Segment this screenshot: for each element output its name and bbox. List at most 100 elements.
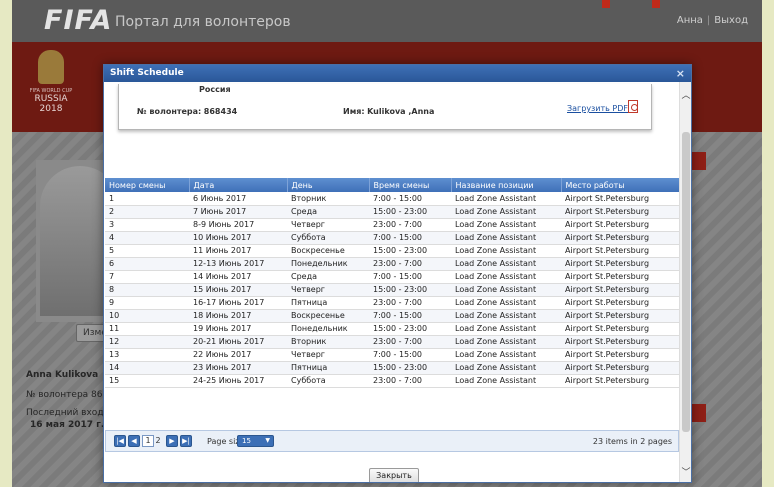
prev-page-icon[interactable]: ◀ <box>128 435 140 447</box>
badge-line-2: RUSSIA 2018 <box>34 94 68 114</box>
first-page-icon[interactable]: |◀ <box>114 435 126 447</box>
table-row[interactable]: 4 10 Июнь 2017 Суббота 7:00 - 15:00 Load Zon… <box>105 231 679 245</box>
table-cell: 23:00 - 7:00 <box>369 335 451 349</box>
table-row[interactable]: 9 16-17 Июнь 2017 Пятница 23:00 - 7:00 Load … <box>105 296 679 310</box>
table-cell: 6 Июнь 2017 <box>189 192 287 206</box>
table-cell: 24-25 Июнь 2017 <box>189 374 287 388</box>
table-cell: Airport St.Petersburg <box>561 309 679 323</box>
table-cell: 5 <box>105 244 189 258</box>
column-header[interactable]: Дата <box>189 178 288 192</box>
table-cell: 7:00 - 15:00 <box>369 231 451 245</box>
last-page-icon[interactable]: ▶| <box>180 435 192 447</box>
table-row[interactable]: 5 11 Июнь 2017 Воскресенье 15:00 - 23:00 Loa… <box>105 244 679 258</box>
table-cell: Load Zone Assistant <box>451 270 561 284</box>
table-cell: 23:00 - 7:00 <box>369 374 451 388</box>
nav-separator: | <box>706 15 711 26</box>
column-header[interactable]: День <box>287 178 370 192</box>
table-cell: Воскресенье <box>287 309 369 323</box>
table-cell: 7:00 - 15:00 <box>369 270 451 284</box>
table-cell: 2 <box>105 205 189 219</box>
table-row[interactable]: 12 20-21 Июнь 2017 Вторник 23:00 - 7:00 Load… <box>105 335 679 349</box>
table-cell: Airport St.Petersburg <box>561 374 679 388</box>
table-cell: 15:00 - 23:00 <box>369 322 451 336</box>
table-cell: 7:00 - 15:00 <box>369 192 451 206</box>
table-cell: Воскресенье <box>287 244 369 258</box>
table-cell: 12-13 Июнь 2017 <box>189 257 287 271</box>
table-row[interactable]: 11 19 Июнь 2017 Понедельник 15:00 - 23:00 Lo… <box>105 322 679 336</box>
top-bar: FIFA Портал для волонтеров Анна | Выход <box>12 0 762 42</box>
pdf-icon[interactable] <box>628 100 638 113</box>
chevron-down-icon[interactable]: ﹀ <box>680 465 691 478</box>
table-cell: 15:00 - 23:00 <box>369 361 451 375</box>
column-header[interactable]: Номер смены <box>105 178 190 192</box>
table-cell: Airport St.Petersburg <box>561 257 679 271</box>
country: Россия <box>199 85 231 94</box>
table-row[interactable]: 14 23 Июнь 2017 Пятница 15:00 - 23:00 Load Z… <box>105 361 679 375</box>
table-row[interactable]: 27 Июнь 2017 Среда 15:00 - 23:00 Load Zone … <box>105 205 679 219</box>
table-cell: Airport St.Petersburg <box>561 296 679 310</box>
download-pdf-link[interactable]: Загрузить PDF <box>567 104 628 113</box>
table-cell: 15 <box>105 374 189 388</box>
table-cell: Airport St.Petersburg <box>561 192 679 206</box>
table-row[interactable]: 6 12-13 Июнь 2017 Понедельник 23:00 - 7:00 L… <box>105 257 679 271</box>
table-cell: Airport St.Petersburg <box>561 348 679 362</box>
table-cell: 14 Июнь 2017 <box>189 270 287 284</box>
volunteer-name-label: Имя: <box>343 107 365 116</box>
table-cell: 10 Июнь 2017 <box>189 231 287 245</box>
column-header[interactable]: Время смены <box>369 178 452 192</box>
table-cell: Airport St.Petersburg <box>561 335 679 349</box>
table-cell: 22 Июнь 2017 <box>189 348 287 362</box>
vertical-scrollbar[interactable]: ︿ ﹀ <box>679 82 691 482</box>
table-row[interactable]: 15 24-25 Июнь 2017 Суббота 23:00 - 7:00 Load… <box>105 374 679 388</box>
table-row[interactable]: 16 Июнь 2017 Вторник 7:00 - 15:00 Load Zone… <box>105 192 679 206</box>
table-cell: 13 <box>105 348 189 362</box>
pager-summary: 23 items in 2 pages <box>592 437 672 446</box>
column-header[interactable]: Место работы <box>561 178 680 192</box>
next-page-icon[interactable]: ▶ <box>166 435 178 447</box>
table-row[interactable]: 7 14 Июнь 2017 Среда 7:00 - 15:00 Load Zone … <box>105 270 679 284</box>
table-cell: Вторник <box>287 335 369 349</box>
table-cell: Суббота <box>287 231 369 245</box>
table-cell: 8 <box>105 283 189 297</box>
table-cell: Load Zone Assistant <box>451 218 561 232</box>
close-icon[interactable]: × <box>676 65 685 82</box>
volunteer-name-value: Kulikova ,Anna <box>367 107 435 116</box>
table-row[interactable]: 8 15 Июнь 2017 Четверг 15:00 - 23:00 Load Zo… <box>105 283 679 297</box>
table-cell: 15:00 - 23:00 <box>369 283 451 297</box>
table-cell: 12 <box>105 335 189 349</box>
trophy-icon <box>38 50 64 84</box>
table-cell: Четверг <box>287 283 369 297</box>
table-cell: Понедельник <box>287 257 369 271</box>
table-cell: 23:00 - 7:00 <box>369 296 451 310</box>
chevron-up-icon[interactable]: ︿ <box>680 88 691 101</box>
table-cell: 6 <box>105 257 189 271</box>
shift-table: Номер смены Дата День Время смены Название п… <box>105 178 680 388</box>
table-row[interactable]: 3 8-9 Июнь 2017 Четверг 23:00 - 7:00 Load Zo… <box>105 218 679 232</box>
user-name-link[interactable]: Анна <box>677 15 703 26</box>
table-row[interactable]: 10 18 Июнь 2017 Воскресенье 7:00 - 15:00 Loa… <box>105 309 679 323</box>
table-cell: 8-9 Июнь 2017 <box>189 218 287 232</box>
table-cell: 18 Июнь 2017 <box>189 309 287 323</box>
table-cell: Вторник <box>287 192 369 206</box>
column-header[interactable]: Название позиции <box>451 178 562 192</box>
table-cell: Пятница <box>287 361 369 375</box>
table-cell: 15:00 - 23:00 <box>369 205 451 219</box>
close-button[interactable]: Закрыть <box>369 468 419 482</box>
table-cell: Load Zone Assistant <box>451 374 561 388</box>
table-row[interactable]: 13 22 Июнь 2017 Четверг 7:00 - 15:00 Load Zo… <box>105 348 679 362</box>
logout-link[interactable]: Выход <box>714 15 748 26</box>
page-size-select[interactable]: 15 ▼ <box>237 435 274 447</box>
table-cell: Среда <box>287 205 369 219</box>
volunteer-number-label: № волонтера: <box>137 107 202 116</box>
table-cell: Пятница <box>287 296 369 310</box>
shift-schedule-dialog: Shift Schedule × Россия № волонтера: 868… <box>103 64 692 483</box>
scrollbar-thumb[interactable] <box>682 132 690 432</box>
table-cell: Airport St.Petersburg <box>561 231 679 245</box>
table-cell: Airport St.Petersburg <box>561 361 679 375</box>
table-cell: 11 <box>105 322 189 336</box>
page-number-2[interactable]: 2 <box>152 435 164 447</box>
table-cell: Load Zone Assistant <box>451 231 561 245</box>
volunteer-number: № волонтера: 868434 <box>137 107 237 116</box>
table-cell: Airport St.Petersburg <box>561 205 679 219</box>
table-cell: 1 <box>105 192 189 206</box>
